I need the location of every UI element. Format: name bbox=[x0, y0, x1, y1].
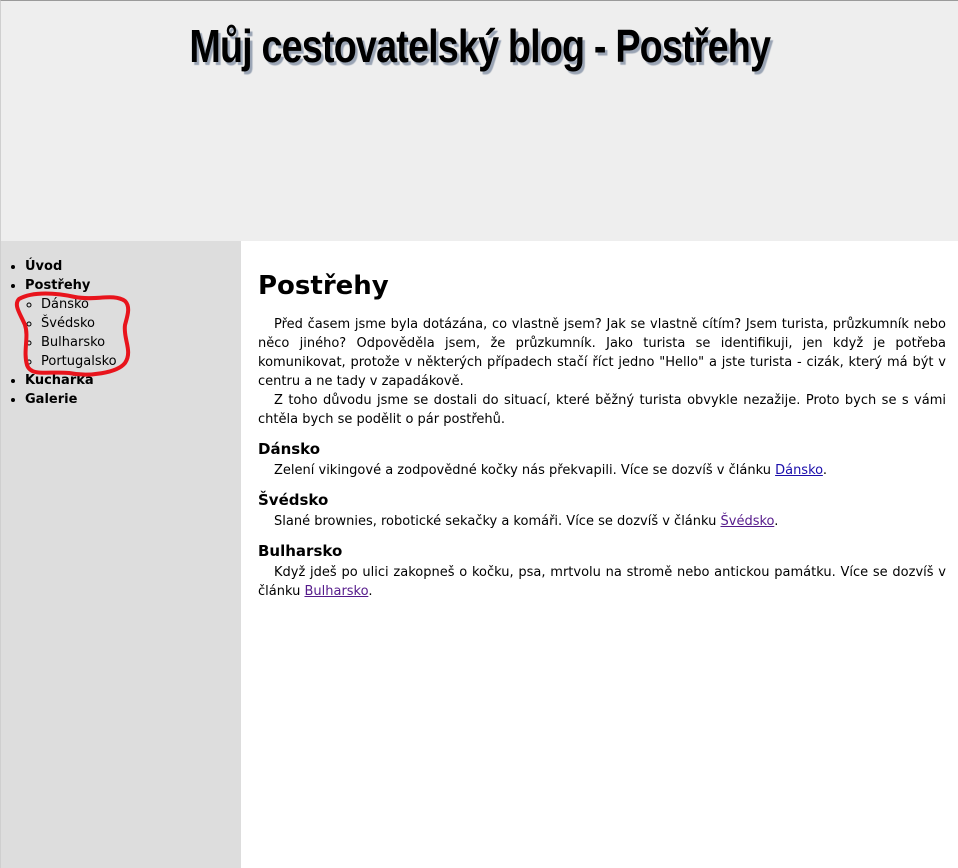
main-content: Postřehy Před časem jsme byla dotázána, … bbox=[258, 269, 946, 601]
section-heading-bulharsko: Bulharsko bbox=[258, 542, 343, 560]
nav-item-uvod: Úvod bbox=[25, 257, 117, 276]
section-body-svedsko: Slané brownies, robotické sekačky a komá… bbox=[274, 514, 721, 529]
section-text-dansko: Zelení vikingové a zodpovědné kočky nás … bbox=[258, 461, 946, 480]
subnav-link-dansko[interactable]: Dánsko bbox=[41, 297, 89, 312]
section-heading-dansko: Dánsko bbox=[258, 440, 321, 458]
site-title: Můj cestovatelský blog - Postřehy bbox=[189, 20, 771, 72]
section-tail-dansko: . bbox=[822, 463, 828, 478]
page: Můj cestovatelský blog - Postřehy Úvod P… bbox=[0, 0, 958, 868]
nav-item-postrehy: Postřehy Dánsko Švédsko Bulharsko Portug… bbox=[25, 276, 117, 371]
intro-paragraph-2: Z toho důvodu jsme se dostali do situací… bbox=[258, 393, 946, 427]
main-nav: Úvod Postřehy Dánsko Švédsko Bulharsko P… bbox=[9, 257, 117, 409]
section-text-bulharsko: Když jdeš po ulici zakopneš o kočku, psa… bbox=[258, 563, 946, 601]
subnav-link-portugalsko[interactable]: Portugalsko bbox=[41, 354, 117, 369]
subnav-link-svedsko[interactable]: Švédsko bbox=[41, 316, 95, 331]
subnav-item-dansko: Dánsko bbox=[41, 295, 117, 314]
section-heading-svedsko: Švédsko bbox=[258, 491, 329, 509]
section-tail-svedsko: . bbox=[774, 514, 779, 529]
section-text-svedsko: Slané brownies, robotické sekačky a komá… bbox=[258, 512, 946, 531]
page-title: Postřehy bbox=[258, 271, 389, 301]
nav-link-postrehy[interactable]: Postřehy bbox=[25, 278, 90, 293]
site-header: Můj cestovatelský blog - Postřehy bbox=[1, 1, 958, 241]
nav-item-galerie: Galerie bbox=[25, 390, 117, 409]
nav-link-galerie[interactable]: Galerie bbox=[25, 392, 77, 407]
nav-link-uvod[interactable]: Úvod bbox=[25, 259, 62, 274]
subnav-item-bulharsko: Bulharsko bbox=[41, 333, 117, 352]
subnav-link-bulharsko[interactable]: Bulharsko bbox=[41, 335, 105, 350]
nav-link-kucharka[interactable]: Kuchařka bbox=[25, 373, 94, 388]
article-link-dansko[interactable]: Dánsko bbox=[775, 463, 823, 478]
subnav-item-svedsko: Švédsko bbox=[41, 314, 117, 333]
sidebar: Úvod Postřehy Dánsko Švédsko Bulharsko P… bbox=[1, 241, 241, 868]
nav-item-kucharka: Kuchařka bbox=[25, 371, 117, 390]
article-link-bulharsko[interactable]: Bulharsko bbox=[304, 584, 368, 599]
postrehy-subnav: Dánsko Švédsko Bulharsko Portugalsko bbox=[25, 295, 117, 371]
section-tail-bulharsko: . bbox=[368, 584, 373, 599]
subnav-item-portugalsko: Portugalsko bbox=[41, 352, 117, 371]
intro-paragraph-1: Před časem jsme byla dotázána, co vlastn… bbox=[258, 317, 946, 389]
section-body-dansko: Zelení vikingové a zodpovědné kočky nás … bbox=[274, 463, 776, 478]
article-link-svedsko[interactable]: Švédsko bbox=[721, 514, 775, 529]
